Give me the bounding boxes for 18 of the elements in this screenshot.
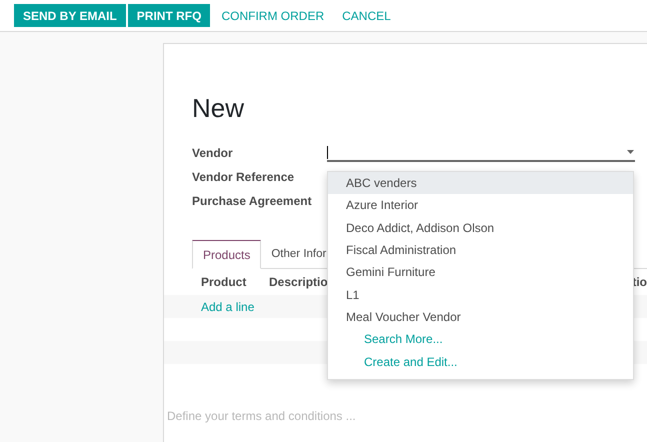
form-tab[interactable]: Other Infor bbox=[261, 240, 328, 269]
column-header: Descriptio bbox=[269, 274, 329, 291]
terms-field[interactable]: Define your terms and conditions ... bbox=[167, 407, 567, 425]
field-label: Vendor bbox=[192, 145, 234, 162]
column-header: Product bbox=[201, 274, 248, 291]
vendor-field[interactable] bbox=[327, 144, 635, 162]
form-tab[interactable]: Products bbox=[192, 240, 262, 269]
field-label: Vendor Reference bbox=[192, 169, 296, 186]
caret-icon bbox=[627, 150, 634, 154]
field-label: Purchase Agreement bbox=[192, 193, 313, 210]
dropdown-option[interactable]: Meal Voucher Vendor bbox=[328, 306, 633, 328]
dropdown-option[interactable]: ABC venders bbox=[328, 172, 633, 194]
dropdown-option[interactable]: L1 bbox=[328, 283, 633, 306]
dropdown-option[interactable]: Fiscal Administration bbox=[328, 238, 633, 262]
dropdown-option[interactable]: Gemini Furniture bbox=[328, 261, 633, 284]
form-title: New bbox=[192, 92, 246, 125]
dropdown-option[interactable]: Azure Interior bbox=[328, 194, 633, 217]
dropdown-option[interactable]: Deco Addict, Addison Olson bbox=[328, 216, 633, 239]
